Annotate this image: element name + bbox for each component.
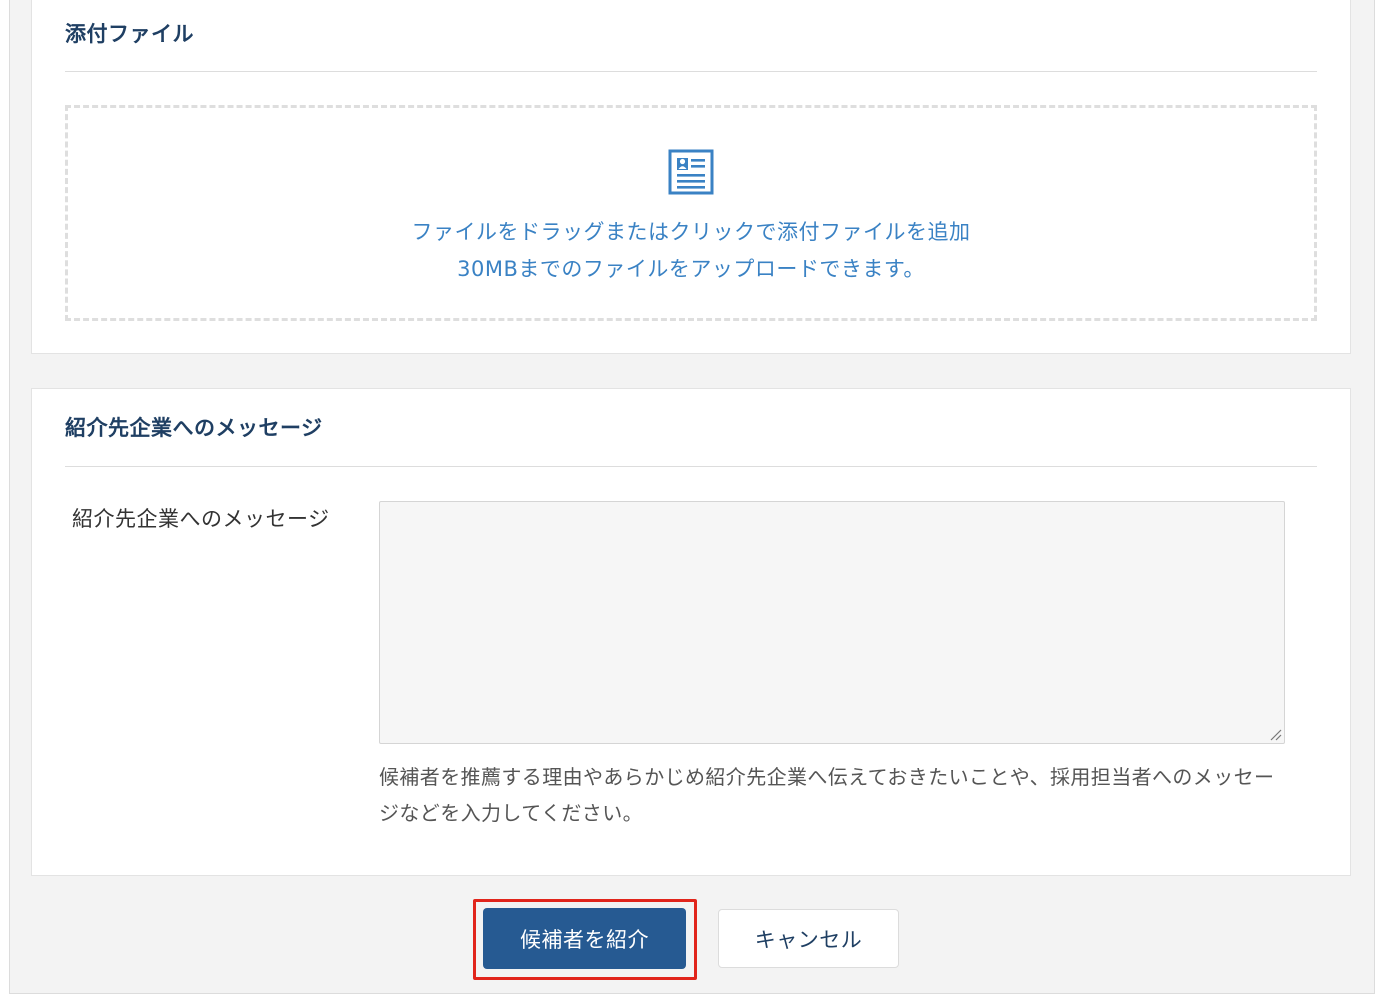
dropzone-instruction: ファイルをドラッグまたはクリックで添付ファイルを追加 [411, 220, 971, 244]
message-field-label: 紹介先企業へのメッセージ [72, 507, 330, 531]
message-section-title: 紹介先企業へのメッセージ [65, 416, 323, 440]
resize-grip-icon[interactable] [1270, 729, 1282, 741]
attachments-card: 添付ファイル ファイルをドラッグまたはクリックで添付ファイルを追加 30MBまで… [31, 0, 1351, 354]
dropzone-size-limit: 30MBまでのファイルをアップロードできます。 [457, 257, 925, 281]
section-divider [65, 466, 1317, 467]
introduce-candidate-button[interactable]: 候補者を紹介 [483, 908, 686, 969]
message-card: 紹介先企業へのメッセージ 紹介先企業へのメッセージ 候補者を推薦する理由やあらか… [31, 388, 1351, 876]
section-divider [65, 71, 1317, 72]
file-dropzone[interactable]: ファイルをドラッグまたはクリックで添付ファイルを追加 30MBまでのファイルをア… [65, 105, 1317, 321]
message-textarea[interactable] [379, 501, 1285, 744]
document-icon [668, 149, 714, 195]
message-help-text: 候補者を推薦する理由やあらかじめ紹介先企業へ伝えておきたいことや、採用担当者への… [379, 765, 1275, 825]
attachments-section-title: 添付ファイル [65, 22, 194, 46]
cancel-button[interactable]: キャンセル [718, 909, 899, 968]
